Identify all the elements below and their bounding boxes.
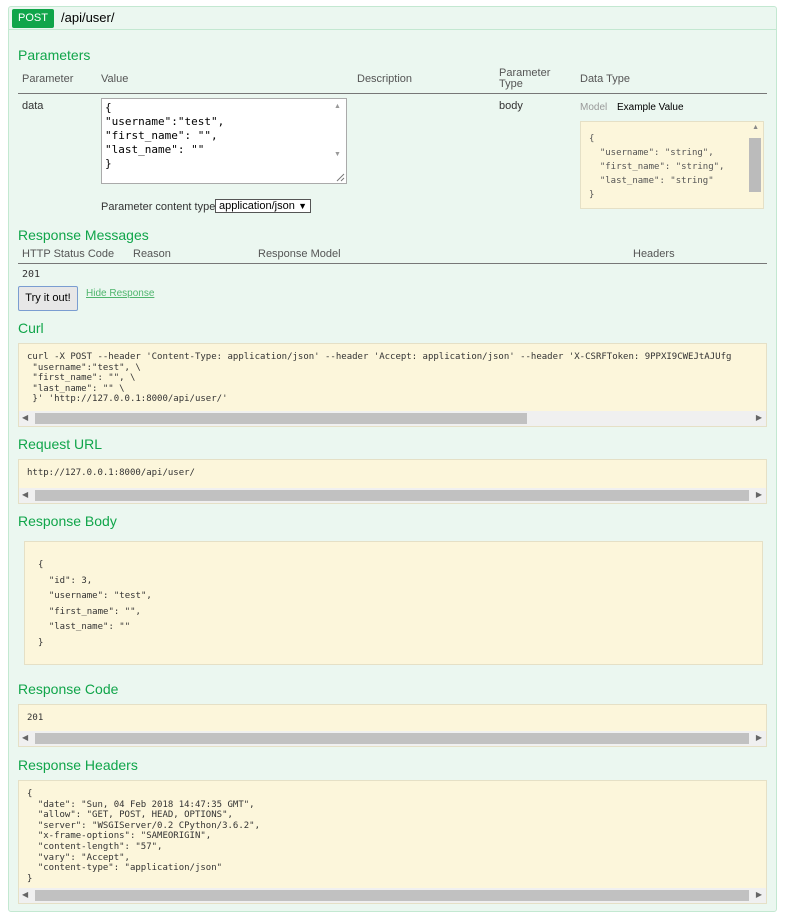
col-response-model: Response Model xyxy=(258,248,341,260)
scroll-right-icon[interactable]: ▶ xyxy=(756,413,762,422)
col-parameter-type: Parameter Type xyxy=(499,67,551,90)
scroll-right-icon[interactable]: ▶ xyxy=(756,490,762,499)
resize-handle-icon[interactable] xyxy=(335,172,345,182)
response-headers-text: { "date": "Sun, 04 Feb 2018 14:47:35 GMT… xyxy=(27,789,260,884)
col-value: Value xyxy=(101,73,129,85)
tab-model[interactable]: Model xyxy=(580,102,607,113)
curl-box: curl -X POST --header 'Content-Type: app… xyxy=(18,343,767,427)
request-url-title: Request URL xyxy=(18,436,103,452)
content-type-select[interactable]: application/json ▼ xyxy=(215,199,311,213)
http-method-badge: POST xyxy=(12,9,54,28)
content-type-value: application/json xyxy=(219,200,295,212)
scroll-left-icon[interactable]: ◀ xyxy=(22,490,28,499)
scroll-right-icon[interactable]: ▶ xyxy=(756,890,762,899)
response-code-title: Response Code xyxy=(18,681,119,697)
horizontal-scrollbar[interactable]: ◀ ▶ xyxy=(19,731,766,746)
status-code-value: 201 xyxy=(22,269,41,280)
scroll-down-icon[interactable]: ▼ xyxy=(334,151,341,158)
response-body-text: { "id": 3, "username": "test", "first_na… xyxy=(38,560,152,648)
parameters-title: Parameters xyxy=(18,47,91,63)
vertical-scrollbar[interactable] xyxy=(749,138,761,192)
operation-panel: POST /api/user/ Parameters Parameter Val… xyxy=(8,6,777,912)
col-reason: Reason xyxy=(133,248,171,260)
hide-response-link[interactable]: Hide Response xyxy=(86,288,154,299)
param-value-text: { "username":"test", "first_name": "", "… xyxy=(105,101,225,170)
request-url-text: http://127.0.0.1:8000/api/user/ xyxy=(27,468,195,478)
scrollbar-thumb[interactable] xyxy=(35,490,749,501)
dropdown-caret-icon: ▼ xyxy=(298,201,307,211)
response-code-box: 201 ◀ ▶ xyxy=(18,704,767,747)
curl-title: Curl xyxy=(18,320,44,336)
response-code-text: 201 xyxy=(27,713,44,723)
param-type: body xyxy=(499,100,523,112)
scroll-left-icon[interactable]: ◀ xyxy=(22,413,28,422)
scrollbar-thumb[interactable] xyxy=(35,890,749,901)
try-it-out-button[interactable]: Try it out! xyxy=(18,286,78,311)
horizontal-scrollbar[interactable]: ◀ ▶ xyxy=(19,888,766,903)
scrollbar-thumb[interactable] xyxy=(35,413,527,424)
horizontal-scrollbar[interactable]: ◀ ▶ xyxy=(19,488,766,503)
response-headers-title: Response Headers xyxy=(18,757,138,773)
endpoint-path[interactable]: /api/user/ xyxy=(61,10,114,25)
response-body-title: Response Body xyxy=(18,513,117,529)
scroll-left-icon[interactable]: ◀ xyxy=(22,890,28,899)
param-name: data xyxy=(22,100,44,112)
operation-header[interactable]: POST /api/user/ xyxy=(9,7,776,30)
response-messages-rule xyxy=(18,263,767,264)
col-headers: Headers xyxy=(633,248,675,260)
scroll-up-icon[interactable]: ▲ xyxy=(752,124,759,131)
response-body-box: { "id": 3, "username": "test", "first_na… xyxy=(24,541,763,665)
col-parameter: Parameter xyxy=(22,73,74,85)
example-value-box[interactable]: { "username": "string", "first_name": "s… xyxy=(580,121,764,209)
tab-example-value[interactable]: Example Value xyxy=(617,102,684,113)
response-headers-box: { "date": "Sun, 04 Feb 2018 14:47:35 GMT… xyxy=(18,780,767,904)
col-data-type: Data Type xyxy=(580,73,630,85)
response-messages-title: Response Messages xyxy=(18,227,149,243)
param-value-textarea[interactable]: { "username":"test", "first_name": "", "… xyxy=(101,98,347,184)
request-url-box: http://127.0.0.1:8000/api/user/ ◀ ▶ xyxy=(18,459,767,504)
scroll-right-icon[interactable]: ▶ xyxy=(756,733,762,742)
col-http-status: HTTP Status Code xyxy=(22,248,115,260)
parameters-header-rule xyxy=(18,93,767,94)
scroll-up-icon[interactable]: ▲ xyxy=(334,103,341,110)
horizontal-scrollbar[interactable]: ◀ ▶ xyxy=(19,411,766,426)
scrollbar-thumb[interactable] xyxy=(35,733,749,744)
scroll-left-icon[interactable]: ◀ xyxy=(22,733,28,742)
content-type-label: Parameter content type: xyxy=(101,201,219,213)
col-description: Description xyxy=(357,73,413,85)
example-value-text: { "username": "string", "first_name": "s… xyxy=(589,134,725,200)
curl-text: curl -X POST --header 'Content-Type: app… xyxy=(27,352,732,405)
